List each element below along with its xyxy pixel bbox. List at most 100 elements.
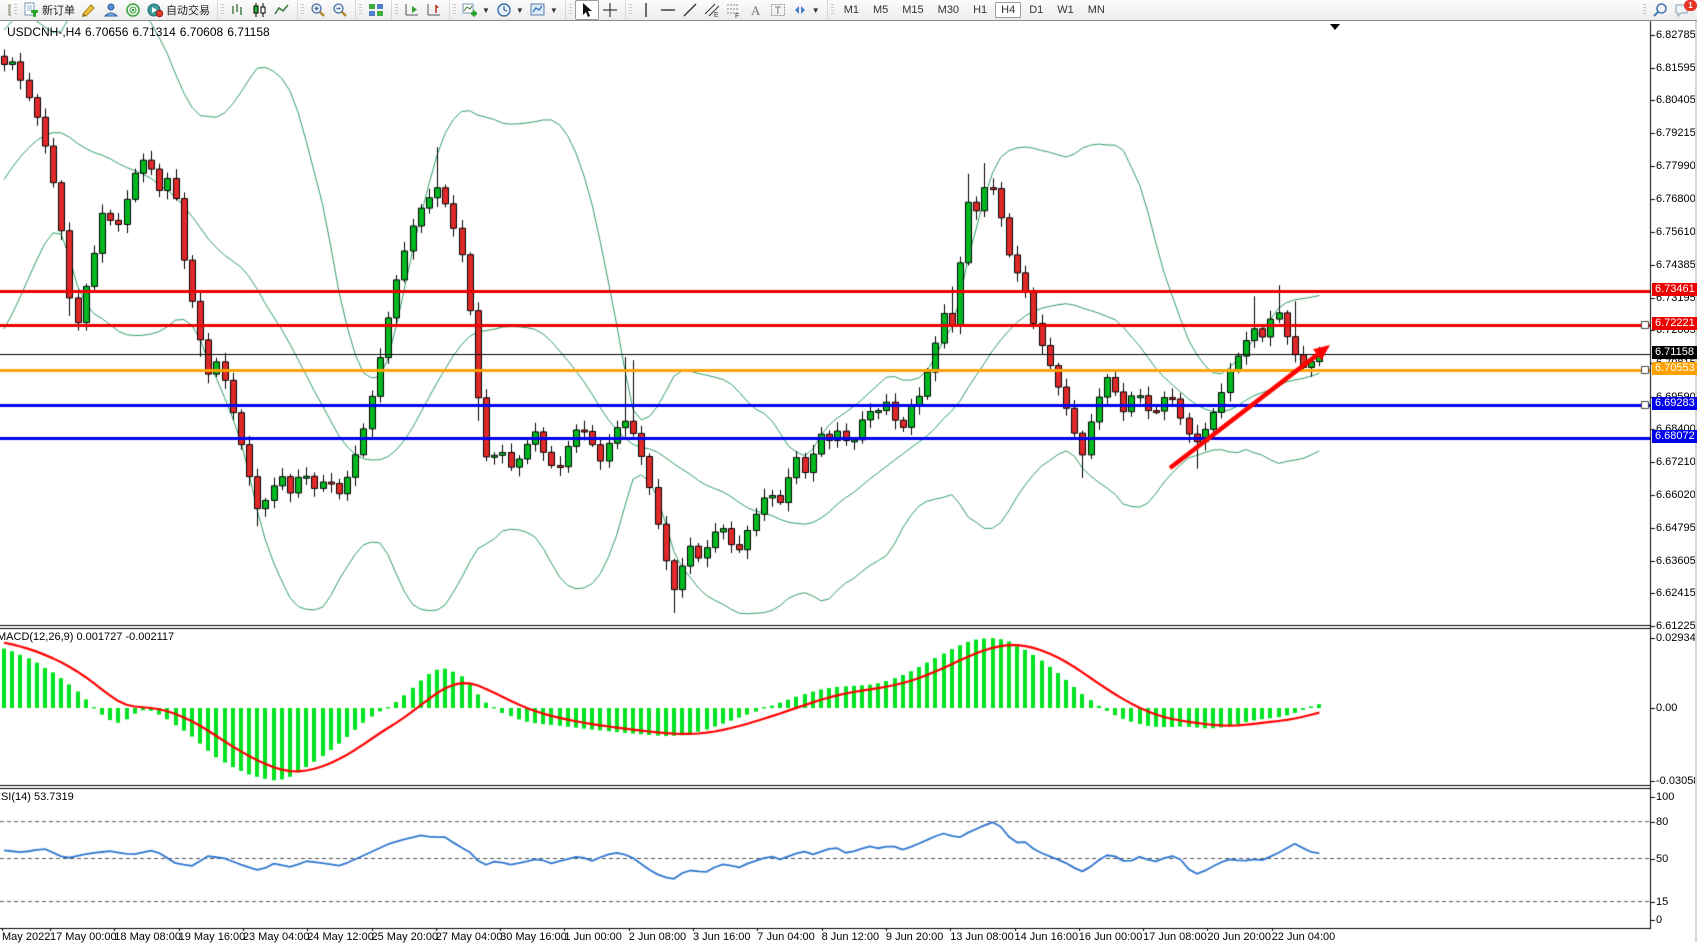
price-tick-label: 6.76800 bbox=[1656, 193, 1696, 205]
time-axis-label: 13 Jun 08:00 bbox=[950, 931, 1014, 943]
period-clock-icon bbox=[496, 2, 512, 18]
text-icon: A bbox=[748, 2, 764, 18]
timeframe-button-m1[interactable]: M1 bbox=[838, 2, 865, 18]
cursor-button[interactable] bbox=[575, 0, 599, 20]
time-axis-label: 23 May 04:00 bbox=[243, 931, 310, 943]
auto-scroll-icon bbox=[404, 2, 420, 18]
community-button[interactable] bbox=[100, 1, 122, 19]
window-group bbox=[355, 0, 391, 20]
chart-shift-button[interactable] bbox=[423, 1, 445, 19]
macd-tick-label: 0.029341 bbox=[1656, 632, 1697, 644]
timeframe-button-h1[interactable]: H1 bbox=[967, 2, 993, 18]
equidistant-channel-button[interactable]: E bbox=[701, 1, 723, 19]
price-tick-label: 6.61225 bbox=[1656, 620, 1696, 632]
rsi-tick-label: 100 bbox=[1656, 791, 1674, 803]
scroll-group bbox=[391, 0, 449, 20]
price-tick-label: 6.74385 bbox=[1656, 259, 1696, 271]
time-axis-label: 3 Jun 16:00 bbox=[693, 931, 751, 943]
timeframe-button-m5[interactable]: M5 bbox=[867, 2, 894, 18]
timeframe-group: M1M5M15M30H1H4D1W1MN bbox=[827, 0, 1116, 20]
metaeditor-button[interactable] bbox=[78, 1, 100, 19]
vertical-line-button[interactable] bbox=[635, 1, 657, 19]
chart-window: USDCNH-,H46.706566.713146.706086.71158 M… bbox=[0, 20, 1697, 942]
price-tick-label: 6.67210 bbox=[1656, 456, 1696, 468]
time-axis-label: 27 May 04:00 bbox=[436, 931, 503, 943]
time-axis-label: 17 May 00:00 bbox=[50, 931, 117, 943]
candlestick-chart-button[interactable] bbox=[249, 1, 271, 19]
auto-scroll-button[interactable] bbox=[401, 1, 423, 19]
bar-chart-button[interactable] bbox=[227, 1, 249, 19]
autotrading-label: 自动交易 bbox=[166, 2, 210, 18]
arrow-tools-caret-icon[interactable]: ▼ bbox=[812, 6, 820, 15]
timeframe-button-mn[interactable]: MN bbox=[1082, 2, 1111, 18]
timeframe-button-m30[interactable]: M30 bbox=[932, 2, 965, 18]
drawing-tools-group: E F A T ▼ bbox=[625, 0, 827, 20]
price-tick-label: 6.66020 bbox=[1656, 489, 1696, 501]
equidistant-channel-icon: E bbox=[704, 2, 720, 18]
autotrading-button[interactable]: 自动交易 bbox=[144, 1, 213, 19]
cursor-icon bbox=[579, 2, 595, 18]
templates-caret-icon[interactable]: ▼ bbox=[550, 6, 558, 15]
line-chart-button[interactable] bbox=[271, 1, 293, 19]
crosshair-button[interactable] bbox=[599, 1, 621, 19]
time-axis-label: 1 Jun 00:00 bbox=[564, 931, 622, 943]
time-axis-label: 20 Jun 20:00 bbox=[1207, 931, 1271, 943]
horizontal-line-button[interactable] bbox=[657, 1, 679, 19]
zoom-in-button[interactable] bbox=[307, 1, 329, 19]
zoom-group bbox=[297, 0, 355, 20]
metaeditor-icon bbox=[81, 2, 97, 18]
text-button[interactable]: A bbox=[745, 1, 767, 19]
time-axis-label: 2 Jun 08:00 bbox=[629, 931, 687, 943]
search-icon bbox=[1652, 2, 1668, 18]
trendline-button[interactable] bbox=[679, 1, 701, 19]
search-button[interactable] bbox=[1649, 1, 1671, 19]
time-axis-label: 16 Jun 00:00 bbox=[1079, 931, 1143, 943]
scroll-to-end-icon[interactable] bbox=[1330, 24, 1340, 30]
price-tick-label: 6.80405 bbox=[1656, 94, 1696, 106]
chart-shift-icon bbox=[426, 2, 442, 18]
arrow-tools-button[interactable]: ▼ bbox=[789, 1, 823, 19]
timeframe-button-d1[interactable]: D1 bbox=[1023, 2, 1049, 18]
zoom-out-button[interactable] bbox=[329, 1, 351, 19]
text-label-button[interactable]: T bbox=[767, 1, 789, 19]
clipped-toolbar-icon[interactable] bbox=[1, 2, 11, 18]
price-line-label: 6.71158 bbox=[1652, 346, 1697, 359]
trendline-icon bbox=[682, 2, 698, 18]
timeframe-button-m15[interactable]: M15 bbox=[896, 2, 929, 18]
time-axis-label: 30 May 16:00 bbox=[500, 931, 567, 943]
new-chart-button[interactable]: ▼ bbox=[459, 1, 493, 19]
crosshair-icon bbox=[602, 2, 618, 18]
new-order-icon bbox=[23, 2, 39, 18]
fibonacci-button[interactable]: F bbox=[723, 1, 745, 19]
time-axis-label: 25 May 20:00 bbox=[372, 931, 439, 943]
price-tick-label: 6.63605 bbox=[1656, 555, 1696, 567]
time-axis-label: 17 Jun 08:00 bbox=[1143, 931, 1207, 943]
price-line-label: 6.72221 bbox=[1652, 317, 1697, 330]
toolbar: 新订单 自动交易 bbox=[0, 0, 1697, 21]
tile-windows-icon bbox=[368, 2, 384, 18]
templates-button[interactable]: ▼ bbox=[527, 1, 561, 19]
period-caret-icon[interactable]: ▼ bbox=[516, 6, 524, 15]
notifications-button[interactable]: 1 bbox=[1671, 1, 1693, 19]
signals-icon bbox=[125, 2, 141, 18]
macd-tick-label: 0.00 bbox=[1656, 702, 1677, 714]
price-line-label: 6.73461 bbox=[1652, 283, 1697, 296]
time-axis-label: May 2022 bbox=[2, 931, 50, 943]
zoom-out-icon bbox=[332, 2, 348, 18]
community-icon bbox=[103, 2, 119, 18]
new-order-button[interactable]: 新订单 bbox=[20, 1, 78, 19]
chart-canvas[interactable] bbox=[0, 20, 1697, 942]
arrow-tools-icon bbox=[792, 2, 808, 18]
text-label-icon: T bbox=[770, 2, 786, 18]
fibonacci-icon: F bbox=[726, 2, 742, 18]
signals-button[interactable] bbox=[122, 1, 144, 19]
tile-windows-button[interactable] bbox=[365, 1, 387, 19]
period-button[interactable]: ▼ bbox=[493, 1, 527, 19]
new-chart-group: ▼ ▼ ▼ bbox=[449, 0, 565, 20]
timeframe-button-h4[interactable]: H4 bbox=[995, 2, 1021, 18]
time-axis-label: 22 Jun 04:00 bbox=[1272, 931, 1336, 943]
timeframe-button-w1[interactable]: W1 bbox=[1051, 2, 1080, 18]
new-chart-caret-icon[interactable]: ▼ bbox=[482, 6, 490, 15]
price-line-label: 6.69283 bbox=[1652, 397, 1697, 410]
autotrading-icon bbox=[147, 2, 163, 18]
